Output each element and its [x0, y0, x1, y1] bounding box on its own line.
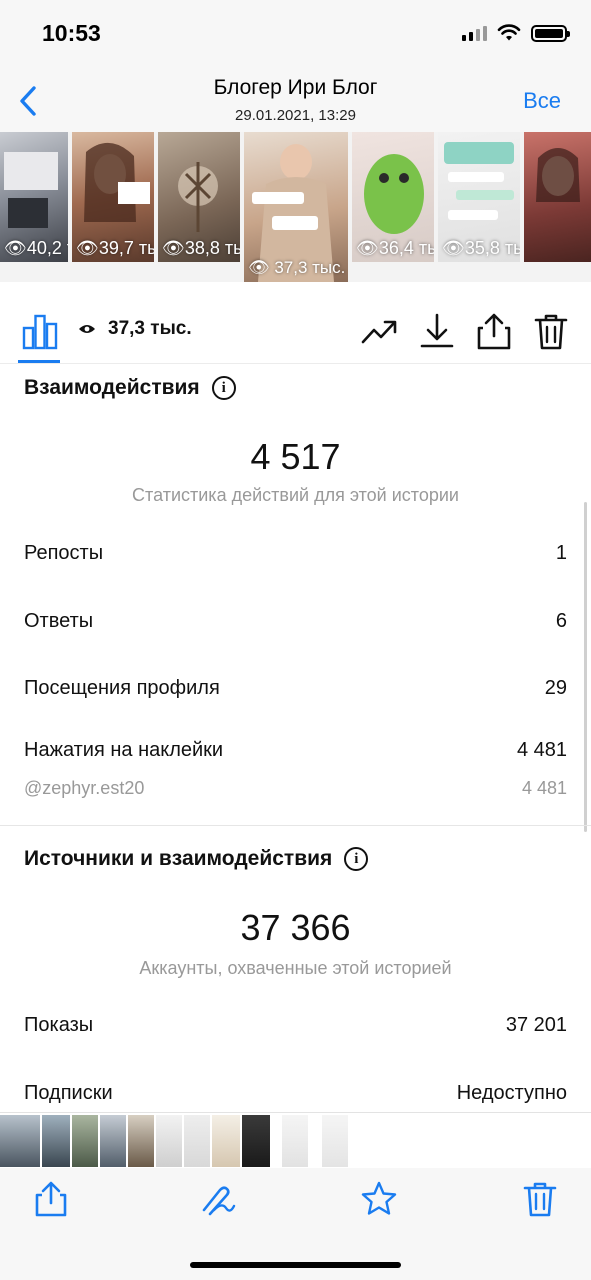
views-count: 37,3 тыс.: [108, 318, 192, 339]
wifi-icon: [497, 24, 521, 41]
markup-pen-icon[interactable]: [200, 1180, 236, 1218]
interactions-caption: Статистика действий для этой истории: [132, 485, 459, 505]
story-image: [536, 148, 580, 202]
battery-icon: [531, 24, 570, 42]
photo-film-strip: [0, 1112, 591, 1168]
interactions-header: Взаимодействия i: [24, 376, 236, 400]
story-thumbnail[interactable]: [524, 132, 591, 262]
trash-icon[interactable]: [532, 312, 570, 350]
film-thumbnail[interactable]: [100, 1115, 126, 1167]
metric-row-sticker-taps: Нажатия на наклейки 4 481: [24, 739, 567, 762]
action-row: 37,3 тыс.: [0, 296, 591, 364]
status-bar: 10:53: [0, 0, 591, 70]
trending-icon[interactable]: [360, 312, 398, 350]
film-thumbnail[interactable]: [184, 1115, 210, 1167]
share-icon[interactable]: [475, 312, 513, 350]
metric-label: Посещения профиля: [24, 677, 220, 699]
metric-label: Показы: [24, 1014, 94, 1036]
status-icons: [462, 24, 570, 42]
star-icon[interactable]: [361, 1180, 397, 1218]
scrollbar[interactable]: [584, 502, 587, 832]
story-thumbnail[interactable]: 👁︎40,2 ты: [0, 132, 68, 262]
sources-title: Источники и взаимодействия: [24, 847, 333, 870]
nav-subtitle: 29.01.2021, 13:29: [235, 107, 356, 124]
active-tab-indicator: [18, 360, 60, 363]
views-summary: 37,3 тыс.: [78, 318, 192, 340]
sticker-account-value: 4 481: [521, 778, 567, 798]
info-icon[interactable]: i: [211, 376, 236, 400]
story-views: 👁︎40,2 ты: [4, 238, 68, 258]
metric-row-reposts: Репосты 1: [24, 542, 567, 565]
interactions-title: Взаимодействия: [24, 376, 200, 399]
metric-label: Репосты: [24, 542, 104, 564]
story-views: 👁︎ 37,3 тыс.: [248, 258, 346, 277]
bar-chart-icon[interactable]: [22, 312, 58, 350]
story-thumbnail-selected[interactable]: 👁︎ 37,3 тыс.: [244, 132, 348, 282]
film-thumbnail[interactable]: [0, 1115, 40, 1167]
eye-icon: [79, 325, 95, 333]
story-views: 👁︎39,7 ты: [76, 238, 154, 258]
nav-bar: Блогер Ири Блог 29.01.2021, 13:29 Все: [0, 70, 591, 132]
insights-panel: 37,3 тыс. Взаимодействия i 4 517 Статист…: [0, 282, 591, 1112]
sources-header: Источники и взаимодействия i: [24, 847, 369, 871]
story-thumbnail[interactable]: 👁︎39,7 ты: [72, 132, 154, 262]
story-thumbnail[interactable]: 👁︎38,8 ты: [158, 132, 240, 262]
story-insights-screen: 10:53 Блогер Ири Блог 29.01.2021, 13:29 …: [0, 0, 591, 1280]
status-time: 10:53: [42, 20, 101, 46]
bottom-toolbar: [0, 1168, 591, 1280]
film-thumbnail[interactable]: [212, 1115, 240, 1167]
film-thumbnail[interactable]: [242, 1115, 270, 1167]
story-views: 👁︎36,4 ты: [356, 238, 434, 258]
metric-label: Подписки: [24, 1082, 113, 1104]
metric-value: Недоступно: [456, 1082, 567, 1104]
film-thumbnail[interactable]: [128, 1115, 154, 1167]
metric-row-sticker-account: @zephyr.est20 4 481: [24, 778, 567, 799]
interactions-total: 4 517: [250, 436, 341, 477]
story-thumbnails: 👁︎40,2 ты 👁︎39,7 ты 👁︎38,8 ты 👁︎ 37,3 ты…: [0, 132, 591, 282]
nav-title: Блогер Ири Блог: [213, 76, 378, 99]
metric-row-replies: Ответы 6: [24, 610, 567, 633]
film-thumbnail[interactable]: [72, 1115, 98, 1167]
film-thumbnail[interactable]: [282, 1115, 308, 1167]
metric-label: Ответы: [24, 610, 94, 632]
section-divider: [0, 825, 591, 826]
info-icon[interactable]: i: [344, 847, 369, 871]
metric-label: Нажатия на наклейки: [24, 739, 224, 761]
trash-icon[interactable]: [522, 1180, 558, 1218]
cellular-signal-icon: [462, 25, 487, 41]
story-views: 👁︎38,8 ты: [162, 238, 240, 258]
download-icon[interactable]: [418, 312, 456, 350]
story-views: 👁︎35,8 ты: [442, 238, 520, 258]
home-indicator[interactable]: [190, 1262, 401, 1268]
metric-value: 37 201: [505, 1014, 567, 1036]
metric-value: 29: [544, 677, 567, 699]
story-thumbnail[interactable]: 👁︎36,4 ты: [352, 132, 434, 262]
sticker-account-label: @zephyr.est20: [24, 778, 145, 798]
all-button[interactable]: Все: [523, 88, 561, 114]
share-icon[interactable]: [33, 1180, 69, 1218]
metric-row-impressions: Показы 37 201: [24, 1014, 567, 1037]
metric-value: 6: [555, 610, 567, 632]
film-thumbnail[interactable]: [42, 1115, 70, 1167]
film-thumbnail[interactable]: [156, 1115, 182, 1167]
story-thumbnail[interactable]: 👁︎35,8 ты: [438, 132, 520, 262]
metric-value: 1: [555, 542, 567, 564]
metric-value: 4 481: [516, 739, 567, 761]
sources-caption: Аккаунты, охваченные этой историей: [139, 958, 452, 978]
metric-row-profile-visits: Посещения профиля 29: [24, 677, 567, 700]
film-thumbnail[interactable]: [322, 1115, 348, 1167]
sources-total: 37 366: [240, 907, 351, 948]
metric-row-follows: Подписки Недоступно: [24, 1082, 567, 1105]
